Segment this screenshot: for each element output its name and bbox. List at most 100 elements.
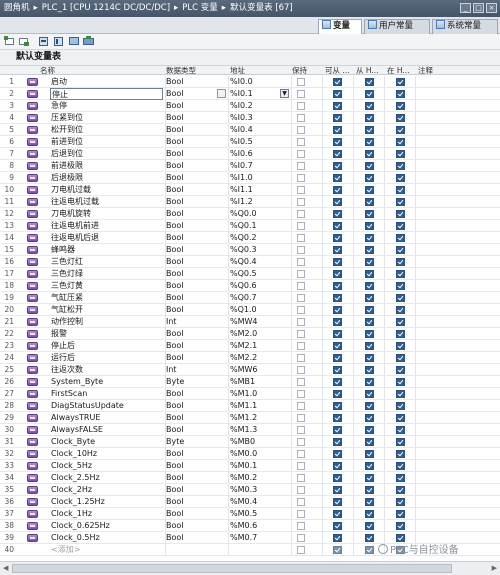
tag-comment[interactable] bbox=[418, 136, 498, 148]
column-header-type[interactable]: 数据类型 bbox=[166, 66, 196, 75]
visible-checkbox[interactable] bbox=[396, 258, 405, 266]
tag-name[interactable]: Clock_10Hz bbox=[51, 448, 163, 460]
tag-type[interactable]: Bool bbox=[166, 292, 224, 304]
tag-address[interactable]: %Q0.5 bbox=[230, 268, 290, 280]
tag-name[interactable]: 运行后 bbox=[51, 352, 163, 364]
retain-checkbox[interactable] bbox=[297, 414, 305, 422]
tag-address[interactable]: %Q1.0 bbox=[230, 304, 290, 316]
tag-comment[interactable] bbox=[418, 220, 498, 232]
table-row[interactable]: 29 AlwaysTRUE Bool %M1.2 bbox=[0, 412, 500, 424]
tag-address[interactable]: %M0.1 bbox=[230, 460, 290, 472]
table-row[interactable]: 9 后退极限 Bool %I1.0 bbox=[0, 172, 500, 184]
table-row[interactable]: 3 急停 Bool %I0.2 bbox=[0, 100, 500, 112]
column-header-name[interactable]: 名称 bbox=[40, 66, 55, 75]
access-checkbox[interactable] bbox=[333, 390, 342, 398]
write-checkbox[interactable] bbox=[365, 366, 374, 374]
visible-checkbox[interactable] bbox=[396, 306, 405, 314]
retain-checkbox[interactable] bbox=[297, 294, 305, 302]
tag-type[interactable]: Bool bbox=[166, 232, 224, 244]
tag-name[interactable]: Clock_0.625Hz bbox=[51, 520, 163, 532]
tag-comment[interactable] bbox=[418, 148, 498, 160]
visible-checkbox[interactable] bbox=[396, 318, 405, 326]
column-header-access[interactable]: 可从 ... bbox=[325, 66, 350, 75]
tag-name[interactable]: 停止后 bbox=[51, 340, 163, 352]
visible-checkbox[interactable] bbox=[396, 522, 405, 530]
visible-checkbox[interactable] bbox=[396, 114, 405, 122]
row-number[interactable]: 27 bbox=[0, 388, 14, 400]
access-checkbox[interactable] bbox=[333, 414, 342, 422]
tag-type[interactable]: Bool bbox=[166, 328, 224, 340]
row-number[interactable]: 29 bbox=[0, 412, 14, 424]
tag-address[interactable]: %Q0.2 bbox=[230, 232, 290, 244]
row-number[interactable]: 37 bbox=[0, 508, 14, 520]
tag-name[interactable]: 后退极限 bbox=[51, 172, 163, 184]
visible-checkbox[interactable] bbox=[396, 270, 405, 278]
write-checkbox[interactable] bbox=[365, 162, 374, 170]
tag-type[interactable]: Bool bbox=[166, 388, 224, 400]
row-number[interactable]: 14 bbox=[0, 232, 14, 244]
tag-type[interactable]: Bool bbox=[166, 352, 224, 364]
scroll-right-icon[interactable]: ▶ bbox=[492, 564, 497, 572]
tag-address[interactable]: %M0.3 bbox=[230, 484, 290, 496]
row-number[interactable]: 18 bbox=[0, 280, 14, 292]
table-row[interactable]: 26 System_Byte Byte %MB1 bbox=[0, 376, 500, 388]
row-number[interactable]: 8 bbox=[0, 160, 14, 172]
tag-address[interactable]: %Q0.4 bbox=[230, 256, 290, 268]
tag-name[interactable]: 启动 bbox=[51, 76, 163, 88]
table-row[interactable]: 21 动作控制 Int %MW4 bbox=[0, 316, 500, 328]
tag-comment[interactable] bbox=[418, 100, 498, 112]
table-row[interactable]: 37 Clock_1Hz Bool %M0.5 bbox=[0, 508, 500, 520]
add-tag-placeholder[interactable]: <添加> bbox=[51, 544, 163, 556]
tag-type[interactable]: Bool bbox=[166, 280, 224, 292]
retain-checkbox[interactable] bbox=[297, 222, 305, 230]
column-header-comment[interactable]: 注释 bbox=[418, 66, 433, 75]
row-number[interactable]: 5 bbox=[0, 124, 14, 136]
row-number[interactable]: 10 bbox=[0, 184, 14, 196]
tag-address[interactable]: %M0.5 bbox=[230, 508, 290, 520]
write-checkbox[interactable] bbox=[365, 270, 374, 278]
retain-checkbox[interactable] bbox=[297, 330, 305, 338]
retain-checkbox[interactable] bbox=[297, 234, 305, 242]
row-number[interactable]: 33 bbox=[0, 460, 14, 472]
access-checkbox[interactable] bbox=[333, 510, 342, 518]
tag-name[interactable]: Clock_1.25Hz bbox=[51, 496, 163, 508]
tag-comment[interactable] bbox=[418, 244, 498, 256]
tag-type[interactable]: Bool bbox=[166, 412, 224, 424]
table-row[interactable]: 8 前进极限 Bool %I0.7 bbox=[0, 160, 500, 172]
tag-type[interactable]: Bool bbox=[166, 148, 224, 160]
access-checkbox[interactable] bbox=[333, 186, 342, 194]
tag-address[interactable]: %M0.0 bbox=[230, 448, 290, 460]
tag-name[interactable]: 气缸松开 bbox=[51, 304, 163, 316]
tag-address[interactable]: %M0.7 bbox=[230, 532, 290, 544]
tag-name[interactable]: 往返电机过载 bbox=[51, 196, 163, 208]
write-checkbox[interactable] bbox=[365, 210, 374, 218]
write-checkbox[interactable] bbox=[365, 426, 374, 434]
write-checkbox[interactable] bbox=[365, 90, 374, 98]
tag-type[interactable]: Byte bbox=[166, 436, 224, 448]
tag-address[interactable]: %I0.5 bbox=[230, 136, 290, 148]
write-checkbox[interactable] bbox=[365, 114, 374, 122]
table-row[interactable]: 27 FirstScan Bool %M1.0 bbox=[0, 388, 500, 400]
tag-name[interactable]: Clock_2.5Hz bbox=[51, 472, 163, 484]
scroll-left-icon[interactable]: ◀ bbox=[3, 564, 8, 572]
access-checkbox[interactable] bbox=[333, 210, 342, 218]
write-checkbox[interactable] bbox=[365, 522, 374, 530]
visible-checkbox[interactable] bbox=[396, 246, 405, 254]
retain-checkbox[interactable] bbox=[297, 258, 305, 266]
retain-checkbox[interactable] bbox=[297, 462, 305, 470]
row-number[interactable]: 30 bbox=[0, 424, 14, 436]
write-checkbox[interactable] bbox=[365, 510, 374, 518]
access-checkbox[interactable] bbox=[333, 198, 342, 206]
visible-checkbox[interactable] bbox=[396, 174, 405, 182]
tag-comment[interactable] bbox=[418, 484, 498, 496]
tag-name[interactable]: AlwaysFALSE bbox=[51, 424, 163, 436]
write-checkbox[interactable] bbox=[365, 342, 374, 350]
export-icon[interactable] bbox=[38, 36, 50, 47]
tag-type[interactable]: Bool bbox=[166, 172, 224, 184]
tag-type[interactable]: Bool bbox=[166, 220, 224, 232]
tag-comment[interactable] bbox=[418, 508, 498, 520]
table-row[interactable]: 24 运行后 Bool %M2.2 bbox=[0, 352, 500, 364]
tag-address[interactable]: %I0.2 bbox=[230, 100, 290, 112]
write-checkbox[interactable] bbox=[365, 450, 374, 458]
table-row[interactable]: 34 Clock_2.5Hz Bool %M0.2 bbox=[0, 472, 500, 484]
